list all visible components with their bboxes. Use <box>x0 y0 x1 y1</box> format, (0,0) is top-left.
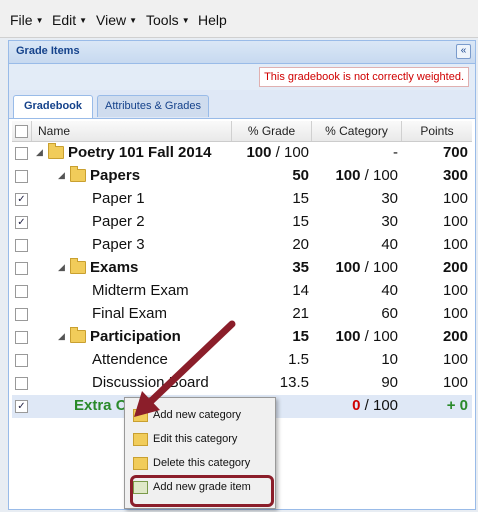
annotation-arrow-icon <box>134 320 236 417</box>
